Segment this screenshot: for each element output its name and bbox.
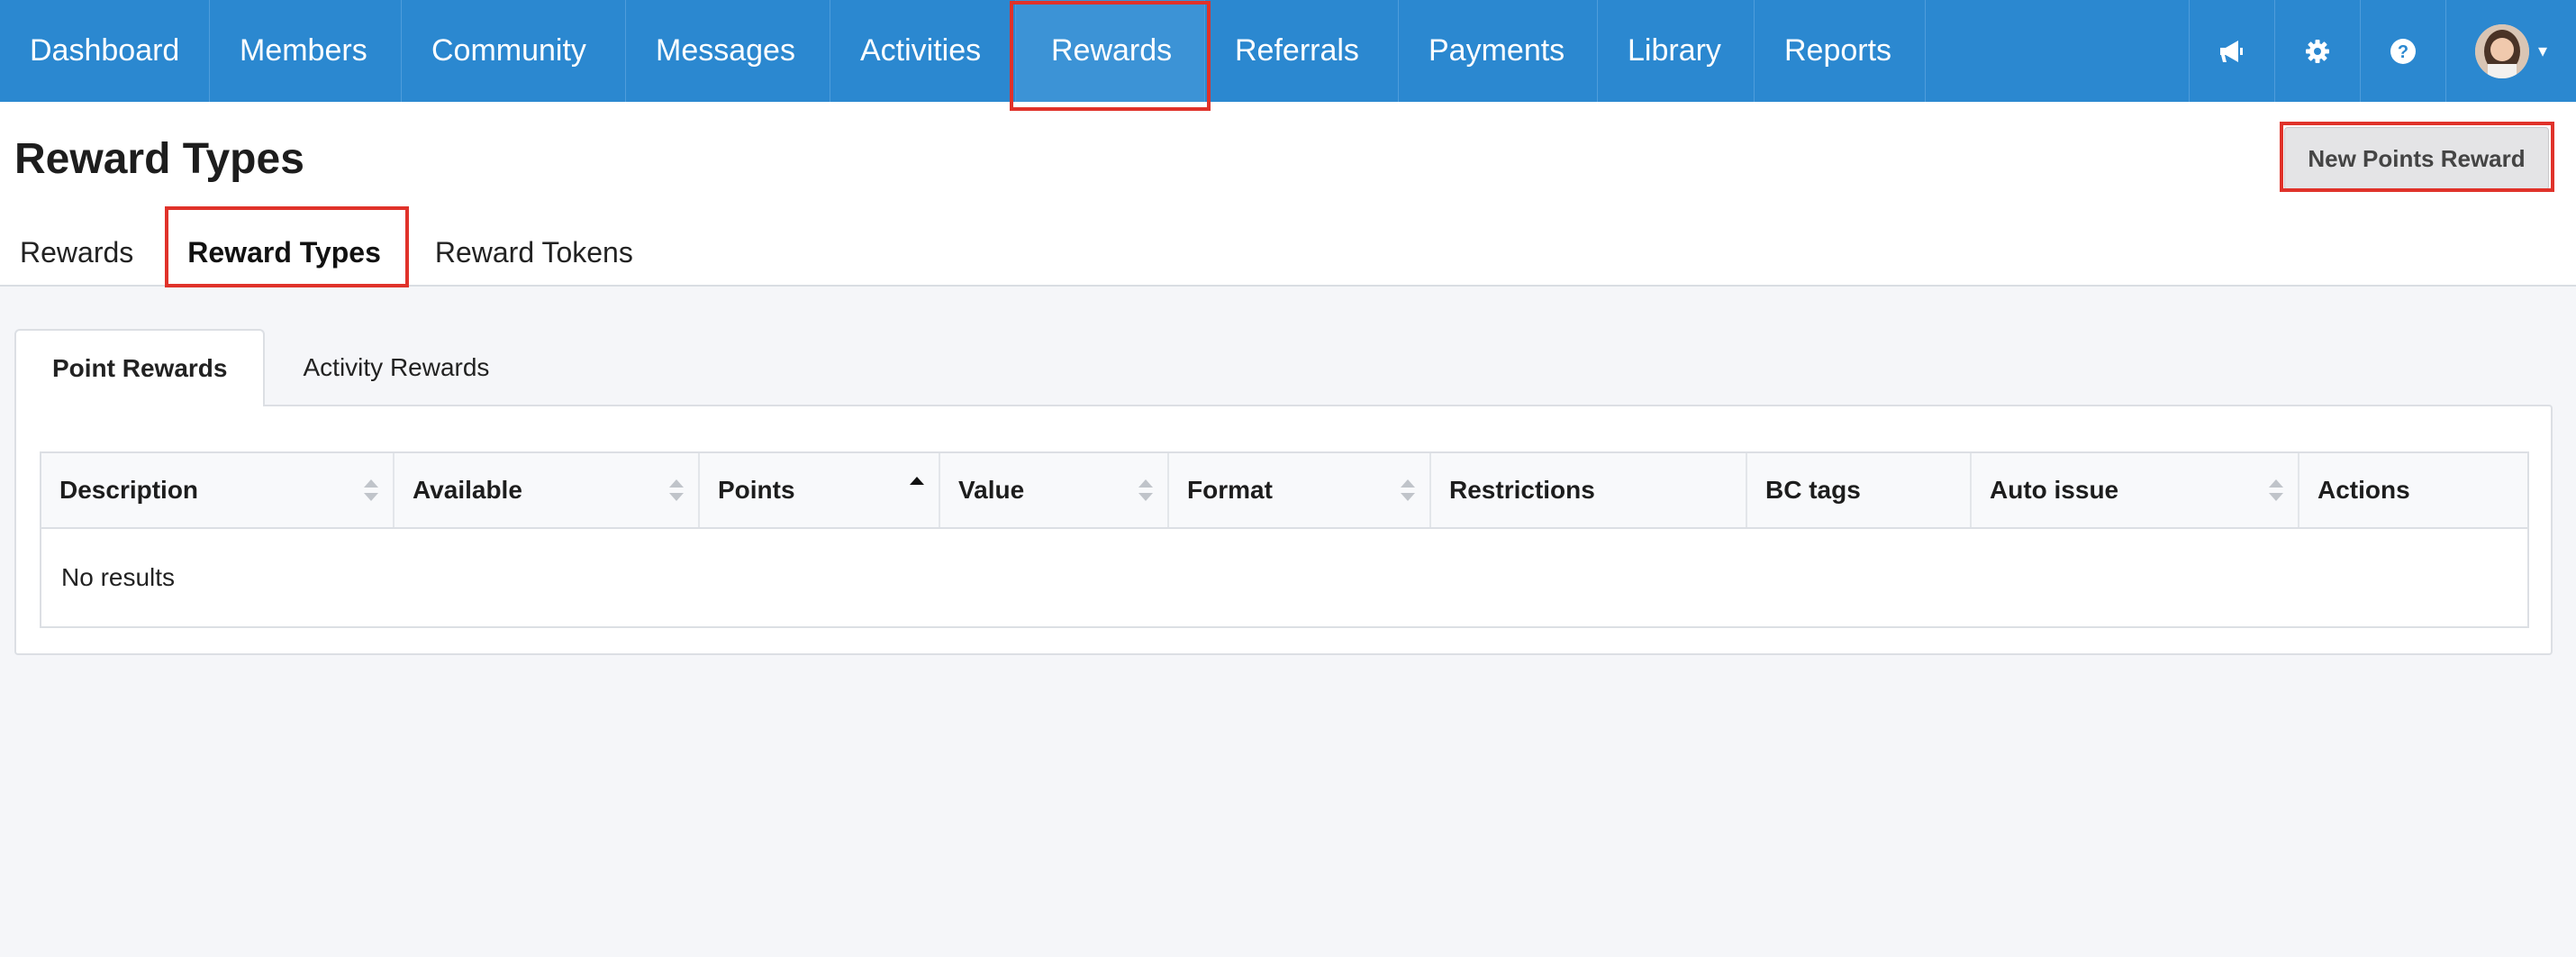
page-title: Reward Types bbox=[14, 135, 304, 183]
sort-icon bbox=[669, 479, 684, 501]
column-label: Description bbox=[59, 476, 199, 504]
nav-item-dashboard[interactable]: Dashboard bbox=[0, 0, 210, 102]
sub-navigation: Rewards Reward Types Reward Tokens bbox=[0, 219, 653, 287]
column-auto-issue[interactable]: Auto issue bbox=[1972, 453, 2299, 527]
reward-type-tabs: Point Rewards Activity Rewards bbox=[14, 329, 527, 406]
sort-icon bbox=[2269, 479, 2283, 501]
sort-ascending-icon bbox=[910, 477, 924, 498]
nav-item-messages[interactable]: Messages bbox=[626, 0, 830, 102]
table-header: Description Available Points Value Forma… bbox=[41, 453, 2527, 529]
column-format[interactable]: Format bbox=[1169, 453, 1431, 527]
column-label: Restrictions bbox=[1449, 476, 1595, 504]
nav-item-community[interactable]: Community bbox=[402, 0, 626, 102]
column-label: Actions bbox=[2317, 476, 2410, 504]
gear-icon[interactable] bbox=[2274, 0, 2360, 102]
column-value[interactable]: Value bbox=[940, 453, 1169, 527]
column-label: BC tags bbox=[1765, 476, 1861, 504]
tab-reward-types[interactable]: Reward Types bbox=[153, 219, 415, 287]
column-actions: Actions bbox=[2299, 453, 2527, 527]
nav-item-activities[interactable]: Activities bbox=[830, 0, 1016, 102]
nav-item-payments[interactable]: Payments bbox=[1399, 0, 1598, 102]
tab-point-rewards[interactable]: Point Rewards bbox=[14, 329, 266, 406]
user-menu[interactable]: ▾ bbox=[2445, 0, 2576, 102]
tab-reward-tokens[interactable]: Reward Tokens bbox=[415, 219, 653, 287]
column-available[interactable]: Available bbox=[395, 453, 700, 527]
svg-text:?: ? bbox=[2398, 42, 2408, 62]
avatar bbox=[2474, 23, 2529, 78]
nav-item-members[interactable]: Members bbox=[210, 0, 402, 102]
empty-state-row: No results bbox=[41, 529, 2527, 626]
nav-menu: Dashboard Members Community Messages Act… bbox=[0, 0, 1926, 102]
column-description[interactable]: Description bbox=[41, 453, 395, 527]
chevron-down-icon: ▾ bbox=[2537, 41, 2548, 61]
megaphone-icon[interactable] bbox=[2189, 0, 2274, 102]
rewards-panel: Description Available Points Value Forma… bbox=[14, 405, 2553, 655]
column-points[interactable]: Points bbox=[700, 453, 940, 527]
column-bc-tags: BC tags bbox=[1747, 453, 1972, 527]
column-label: Value bbox=[958, 476, 1025, 504]
column-label: Points bbox=[718, 476, 795, 504]
page-header: Reward Types New Points Reward Rewards R… bbox=[0, 102, 2576, 287]
column-label: Auto issue bbox=[1990, 476, 2119, 504]
column-label: Available bbox=[413, 476, 522, 504]
tab-activity-rewards[interactable]: Activity Rewards bbox=[265, 329, 527, 406]
nav-item-referrals[interactable]: Referrals bbox=[1205, 0, 1399, 102]
tab-rewards[interactable]: Rewards bbox=[0, 219, 153, 287]
nav-utilities: ? ▾ bbox=[2189, 0, 2576, 102]
top-navigation: Dashboard Members Community Messages Act… bbox=[0, 0, 2576, 102]
column-restrictions: Restrictions bbox=[1431, 453, 1747, 527]
reward-types-table: Description Available Points Value Forma… bbox=[40, 451, 2529, 628]
nav-item-library[interactable]: Library bbox=[1598, 0, 1755, 102]
empty-state-text: No results bbox=[61, 563, 176, 591]
column-label: Format bbox=[1187, 476, 1273, 504]
sort-icon bbox=[1138, 479, 1153, 501]
nav-item-rewards[interactable]: Rewards bbox=[1016, 0, 1205, 102]
new-points-reward-button[interactable]: New Points Reward bbox=[2284, 127, 2549, 190]
help-icon[interactable]: ? bbox=[2360, 0, 2445, 102]
nav-item-reports[interactable]: Reports bbox=[1755, 0, 1926, 102]
sort-icon bbox=[364, 479, 378, 501]
sort-icon bbox=[1401, 479, 1415, 501]
